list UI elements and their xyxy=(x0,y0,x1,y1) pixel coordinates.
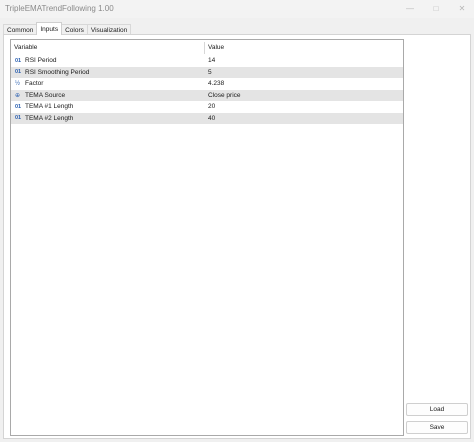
close-icon[interactable]: ✕ xyxy=(450,1,474,16)
table-row[interactable]: 01 RSI Period 14 xyxy=(11,55,403,67)
table-row[interactable]: 01 RSI Smoothing Period 5 xyxy=(11,66,403,79)
header-value: Value xyxy=(208,44,225,52)
table-row[interactable]: ⊕ TEMA Source Close price xyxy=(11,89,403,102)
maximize-icon[interactable]: □ xyxy=(424,1,448,16)
row-variable: TEMA Source xyxy=(25,91,66,99)
int-icon: 01 xyxy=(15,103,22,110)
row-value[interactable]: Close price xyxy=(208,90,241,102)
row-variable: TEMA #2 Length xyxy=(25,114,74,122)
dialog-window: TripleEMATrendFollowing 1.00 — □ ✕ Commo… xyxy=(0,0,474,442)
table-header: Variable Value xyxy=(11,42,403,54)
enum-icon: ⊕ xyxy=(15,92,21,99)
inputs-table: Variable Value 01 RSI Period 14 01 RSI Smo… xyxy=(10,39,404,436)
title-bar: TripleEMATrendFollowing 1.00 — □ ✕ xyxy=(0,0,474,18)
int-icon: 01 xyxy=(15,57,22,64)
inputs-panel: Variable Value 01 RSI Period 14 01 RSI Smo… xyxy=(3,34,471,439)
header-variable: Variable xyxy=(14,44,38,52)
row-variable: RSI Smoothing Period xyxy=(25,68,90,76)
window-title: TripleEMATrendFollowing 1.00 xyxy=(5,4,114,13)
fraction-icon: ½ xyxy=(15,80,21,87)
int-icon: 01 xyxy=(15,115,22,122)
table-row[interactable]: ½ Factor 4.238 xyxy=(11,78,403,90)
row-variable: RSI Period xyxy=(25,57,57,65)
minimize-icon[interactable]: — xyxy=(398,1,422,16)
row-value[interactable]: 4.238 xyxy=(208,78,224,90)
table-row[interactable]: 01 TEMA #2 Length 40 xyxy=(11,112,403,125)
row-value[interactable]: 14 xyxy=(208,55,215,67)
row-value[interactable]: 5 xyxy=(208,67,212,79)
column-divider[interactable] xyxy=(204,42,205,54)
table-row[interactable]: 01 TEMA #1 Length 20 xyxy=(11,101,403,113)
row-variable: Factor xyxy=(25,80,44,88)
tab-inputs[interactable]: Inputs xyxy=(36,22,63,35)
row-value[interactable]: 20 xyxy=(208,101,215,113)
save-button[interactable]: Save xyxy=(406,421,468,434)
load-button[interactable]: Load xyxy=(406,403,468,416)
row-variable: TEMA #1 Length xyxy=(25,103,74,111)
int-icon: 01 xyxy=(15,69,22,76)
row-value[interactable]: 40 xyxy=(208,113,215,125)
